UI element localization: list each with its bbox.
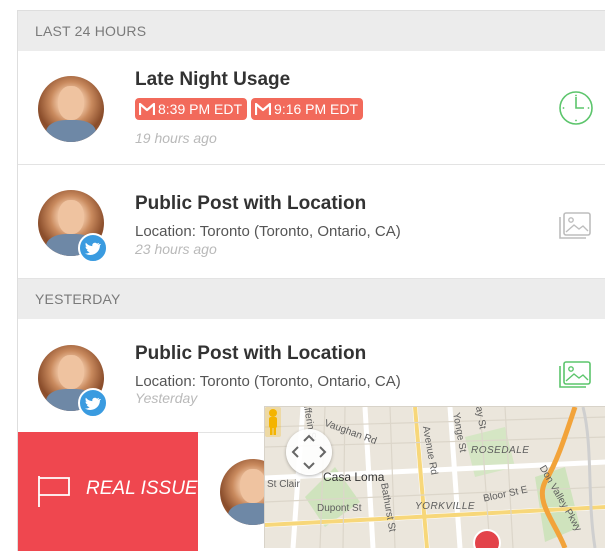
map-pan-control[interactable] bbox=[286, 429, 332, 475]
real-issue-action[interactable]: REAL ISSUE bbox=[18, 432, 198, 551]
section-header-yesterday: YESTERDAY bbox=[18, 279, 605, 319]
badge-time: 8:39 PM EDT bbox=[158, 101, 243, 117]
item-title: Public Post with Location bbox=[135, 343, 367, 364]
avatar bbox=[38, 76, 104, 142]
map-label: ROSEDALE bbox=[471, 445, 530, 456]
map-label: Dupont St bbox=[317, 503, 362, 514]
feed-item-public-post[interactable]: Public Post with Location Location: Toro… bbox=[18, 165, 605, 279]
item-title: Public Post with Location bbox=[135, 193, 367, 214]
map-label: Casa Loma bbox=[323, 470, 385, 484]
map-label: YORKVILLE bbox=[415, 501, 476, 512]
item-time: Yesterday bbox=[135, 390, 198, 406]
gmail-time-badge: 9:16 PM EDT bbox=[251, 98, 364, 120]
section-header-label: YESTERDAY bbox=[35, 291, 121, 307]
section-header-label: LAST 24 HOURS bbox=[35, 23, 147, 39]
clock-icon bbox=[559, 91, 593, 125]
gmail-time-badge: 8:39 PM EDT bbox=[135, 98, 248, 120]
map-label: St Clair bbox=[267, 479, 300, 490]
image-icon bbox=[559, 212, 591, 239]
feed-item-late-night-usage[interactable]: Late Night Usage 8:39 PM EDT 9:16 PM EDT… bbox=[18, 51, 605, 165]
gmail-icon bbox=[255, 102, 272, 115]
item-title: Late Night Usage bbox=[135, 69, 291, 90]
twitter-icon bbox=[78, 233, 108, 263]
time-badges: 8:39 PM EDT 9:16 PM EDT bbox=[135, 98, 364, 120]
item-time: 23 hours ago bbox=[135, 241, 217, 257]
twitter-icon bbox=[78, 388, 108, 418]
item-location: Location: Toronto (Toronto, Ontario, CA) bbox=[135, 223, 401, 240]
real-issue-label: REAL ISSUE bbox=[86, 478, 198, 499]
pan-arrows-icon bbox=[291, 434, 327, 470]
section-header-last-24-hours: LAST 24 HOURS bbox=[18, 11, 605, 51]
location-map[interactable]: Dufferin St Vaughan Rd Casa Loma Dupont … bbox=[264, 406, 605, 548]
badge-time: 9:16 PM EDT bbox=[274, 101, 359, 117]
item-location: Location: Toronto (Toronto, Ontario, CA) bbox=[135, 373, 401, 390]
image-icon bbox=[559, 361, 591, 388]
flag-icon bbox=[38, 476, 70, 507]
item-time: 19 hours ago bbox=[135, 130, 217, 146]
street-view-pegman-icon[interactable] bbox=[265, 407, 281, 437]
gmail-icon bbox=[139, 102, 155, 115]
